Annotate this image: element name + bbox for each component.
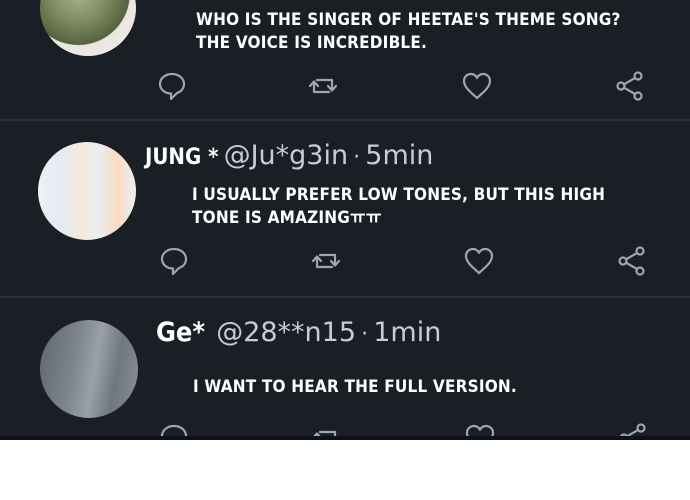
tweet-header: JUNG * @Ju*g3in · 5min — [145, 140, 433, 171]
reply-button[interactable] — [156, 70, 188, 102]
tweet-text-line: I WANT TO HEAR THE FULL VERSION. — [193, 377, 517, 397]
share-icon — [616, 71, 643, 101]
tweet-text-line: THE VOICE IS INCREDIBLE. — [196, 33, 428, 53]
separator-dot: · — [353, 145, 361, 170]
timestamp[interactable]: 5min — [365, 140, 433, 171]
reply-button[interactable] — [158, 245, 190, 277]
separator-dot: · — [361, 322, 369, 347]
comment-bubble-icon — [158, 72, 186, 101]
avatar[interactable] — [40, 0, 136, 56]
like-button[interactable] — [461, 70, 493, 102]
timestamp[interactable]: 1min — [373, 317, 441, 348]
tweet-text-line: WHO IS THE SINGER OF HEETAE'S THEME SONG… — [196, 10, 621, 30]
retweet-icon — [311, 253, 341, 269]
tweet-text-line: TONE IS AMAZINGㅠㅠ — [192, 208, 382, 228]
user-handle[interactable]: @28**n15 — [216, 317, 356, 348]
divider — [0, 296, 690, 298]
heart-icon — [464, 247, 494, 275]
bottom-edge — [0, 436, 690, 440]
comment-bubble-icon — [160, 247, 188, 276]
share-icon — [618, 246, 645, 276]
tweet-text-line: I USUALLY PREFER LOW TONES, BUT THIS HIG… — [192, 185, 606, 205]
tweet-header: Ge* @28**n15 · 1min — [156, 317, 441, 348]
divider — [0, 119, 690, 121]
heart-icon — [462, 72, 492, 100]
tweet-feed: WHO IS THE SINGER OF HEETAE'S THEME SONG… — [0, 0, 690, 440]
user-handle[interactable]: @Ju*g3in — [224, 140, 349, 171]
avatar[interactable] — [38, 142, 136, 240]
display-name[interactable]: Ge* — [156, 317, 205, 348]
share-button[interactable] — [616, 245, 648, 277]
avatar[interactable] — [40, 320, 138, 418]
retweet-button[interactable] — [310, 245, 342, 277]
tweet-text: WHO IS THE SINGER OF HEETAE'S THEME SONG… — [196, 9, 621, 55]
like-button[interactable] — [463, 245, 495, 277]
share-button[interactable] — [614, 70, 646, 102]
retweet-icon — [308, 78, 338, 94]
tweet-text: I USUALLY PREFER LOW TONES, BUT THIS HIG… — [192, 184, 605, 230]
tweet-text: I WANT TO HEAR THE FULL VERSION. — [193, 376, 517, 399]
retweet-button[interactable] — [307, 70, 339, 102]
display-name[interactable]: JUNG * — [145, 145, 218, 170]
